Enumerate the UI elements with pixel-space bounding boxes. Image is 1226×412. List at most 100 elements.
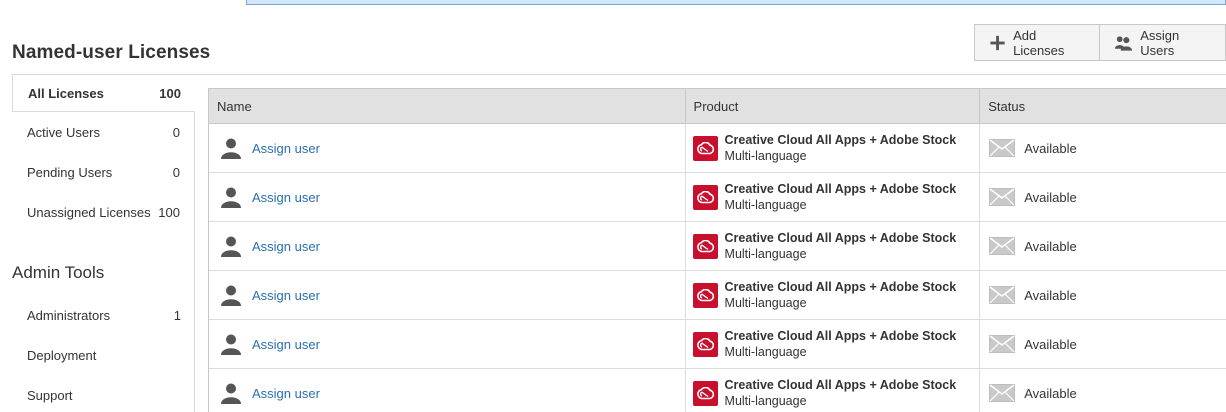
product-text: Creative Cloud All Apps + Adobe Stock Mu… <box>725 377 957 409</box>
license-toolbar: Add Licenses Assign Users <box>974 24 1226 61</box>
creative-cloud-icon <box>692 233 718 259</box>
product-cell: Creative Cloud All Apps + Adobe Stock Mu… <box>684 222 980 270</box>
user-silhouette-icon <box>221 383 241 404</box>
status-cell: Available <box>979 222 1226 270</box>
assign-users-button[interactable]: Assign Users <box>1099 25 1225 60</box>
status-cell: Available <box>979 124 1226 172</box>
envelope-icon <box>989 237 1016 255</box>
admin-tools-list: Administrators 1 Deployment Support <box>12 295 195 412</box>
sidebar-item-label: Active Users <box>27 124 100 140</box>
plus-icon <box>990 35 1005 50</box>
sidebar-item-count: 0 <box>172 124 180 140</box>
name-cell: Assign user <box>209 320 685 368</box>
sidebar-item-count: 100 <box>159 85 181 101</box>
creative-cloud-icon <box>692 282 718 308</box>
creative-cloud-icon <box>692 331 718 357</box>
product-text: Creative Cloud All Apps + Adobe Stock Mu… <box>725 230 957 262</box>
creative-cloud-icon <box>692 184 718 210</box>
product-cell: Creative Cloud All Apps + Adobe Stock Mu… <box>684 320 980 368</box>
sidebar-item-label: Deployment <box>27 347 97 363</box>
sidebar-item-administrators[interactable]: Administrators 1 <box>12 295 195 335</box>
table-row: Assign user Creative Cloud All Apps + Ad… <box>209 320 1226 369</box>
assign-user-link[interactable]: Assign user <box>252 239 320 254</box>
status-text: Available <box>1024 140 1077 156</box>
assign-user-link[interactable]: Assign user <box>252 141 320 156</box>
assign-user-link[interactable]: Assign user <box>252 337 320 352</box>
product-text: Creative Cloud All Apps + Adobe Stock Mu… <box>725 279 957 311</box>
page-title: Named-user Licenses <box>12 42 211 63</box>
product-text: Creative Cloud All Apps + Adobe Stock Mu… <box>725 181 957 213</box>
table-body: Assign user Creative Cloud All Apps + Ad… <box>209 124 1226 412</box>
sidebar-item-count: 1 <box>173 307 181 323</box>
status-text: Available <box>1024 238 1077 254</box>
sidebar-item-unassigned-licenses[interactable]: Unassigned Licenses 100 <box>12 192 194 232</box>
status-cell: Available <box>979 173 1226 221</box>
product-name: Creative Cloud All Apps + Adobe Stock <box>724 231 957 245</box>
sidebar-item-active-users[interactable]: Active Users 0 <box>12 112 194 152</box>
product-language: Multi-language <box>724 247 807 261</box>
product-name: Creative Cloud All Apps + Adobe Stock <box>724 182 957 196</box>
status-text: Available <box>1024 287 1077 303</box>
sidebar-item-label: Administrators <box>27 307 111 323</box>
sidebar-item-deployment[interactable]: Deployment <box>12 335 195 375</box>
envelope-icon <box>989 188 1016 206</box>
sidebar-item-label: Pending Users <box>27 164 113 180</box>
product-language: Multi-language <box>724 345 807 359</box>
sidebar-item-label: Support <box>27 387 73 403</box>
name-cell: Assign user <box>209 369 685 412</box>
product-text: Creative Cloud All Apps + Adobe Stock Mu… <box>725 132 957 164</box>
product-cell: Creative Cloud All Apps + Adobe Stock Mu… <box>684 369 980 412</box>
name-cell: Assign user <box>209 222 685 270</box>
product-name: Creative Cloud All Apps + Adobe Stock <box>724 378 957 392</box>
product-cell: Creative Cloud All Apps + Adobe Stock Mu… <box>684 124 980 172</box>
product-cell: Creative Cloud All Apps + Adobe Stock Mu… <box>684 173 980 221</box>
status-cell: Available <box>979 369 1226 412</box>
user-silhouette-icon <box>221 236 241 257</box>
assign-user-link[interactable]: Assign user <box>252 288 320 303</box>
product-name: Creative Cloud All Apps + Adobe Stock <box>724 329 957 343</box>
sidebar-item-count: 100 <box>158 204 180 220</box>
user-silhouette-icon <box>221 285 241 306</box>
status-cell: Available <box>979 320 1226 368</box>
sidebar-item-count: 0 <box>172 164 180 180</box>
product-language: Multi-language <box>724 149 807 163</box>
content-divider <box>194 74 1226 75</box>
admin-tools-title: Admin Tools <box>12 263 105 282</box>
name-cell: Assign user <box>209 271 685 319</box>
license-sidebar: All Licenses 100 Active Users 0 Pending … <box>12 74 195 412</box>
creative-cloud-icon <box>692 135 718 161</box>
table-header: Name Product Status <box>209 88 1226 124</box>
name-cell: Assign user <box>209 124 685 172</box>
name-cell: Assign user <box>209 173 685 221</box>
column-header-name[interactable]: Name <box>209 89 685 123</box>
envelope-icon <box>989 384 1016 402</box>
sidebar-item-all-licenses[interactable]: All Licenses 100 <box>12 74 195 112</box>
add-licenses-label: Add Licenses <box>1013 27 1065 58</box>
table-row: Assign user Creative Cloud All Apps + Ad… <box>209 222 1226 271</box>
status-text: Available <box>1024 189 1077 205</box>
product-language: Multi-language <box>724 394 807 408</box>
product-language: Multi-language <box>724 198 807 212</box>
envelope-icon <box>989 139 1016 157</box>
assign-user-link[interactable]: Assign user <box>252 386 320 401</box>
status-text: Available <box>1024 336 1077 352</box>
status-cell: Available <box>979 271 1226 319</box>
product-cell: Creative Cloud All Apps + Adobe Stock Mu… <box>684 271 980 319</box>
creative-cloud-icon <box>692 380 718 406</box>
assign-user-link[interactable]: Assign user <box>252 190 320 205</box>
column-header-product[interactable]: Product <box>684 89 980 123</box>
assign-users-label: Assign Users <box>1140 27 1180 58</box>
table-row: Assign user Creative Cloud All Apps + Ad… <box>209 124 1226 173</box>
add-licenses-button[interactable]: Add Licenses <box>975 25 1099 60</box>
envelope-icon <box>989 286 1016 304</box>
licenses-table: Name Product Status Assign user Creative… <box>208 88 1226 412</box>
column-header-status[interactable]: Status <box>979 89 1226 123</box>
envelope-icon <box>989 335 1016 353</box>
product-text: Creative Cloud All Apps + Adobe Stock Mu… <box>725 328 957 360</box>
table-row: Assign user Creative Cloud All Apps + Ad… <box>209 271 1226 320</box>
sidebar-item-support[interactable]: Support <box>12 375 195 412</box>
user-silhouette-icon <box>221 334 241 355</box>
sidebar-item-pending-users[interactable]: Pending Users 0 <box>12 152 194 192</box>
product-name: Creative Cloud All Apps + Adobe Stock <box>724 133 957 147</box>
sidebar-item-label: Unassigned Licenses <box>27 204 151 220</box>
